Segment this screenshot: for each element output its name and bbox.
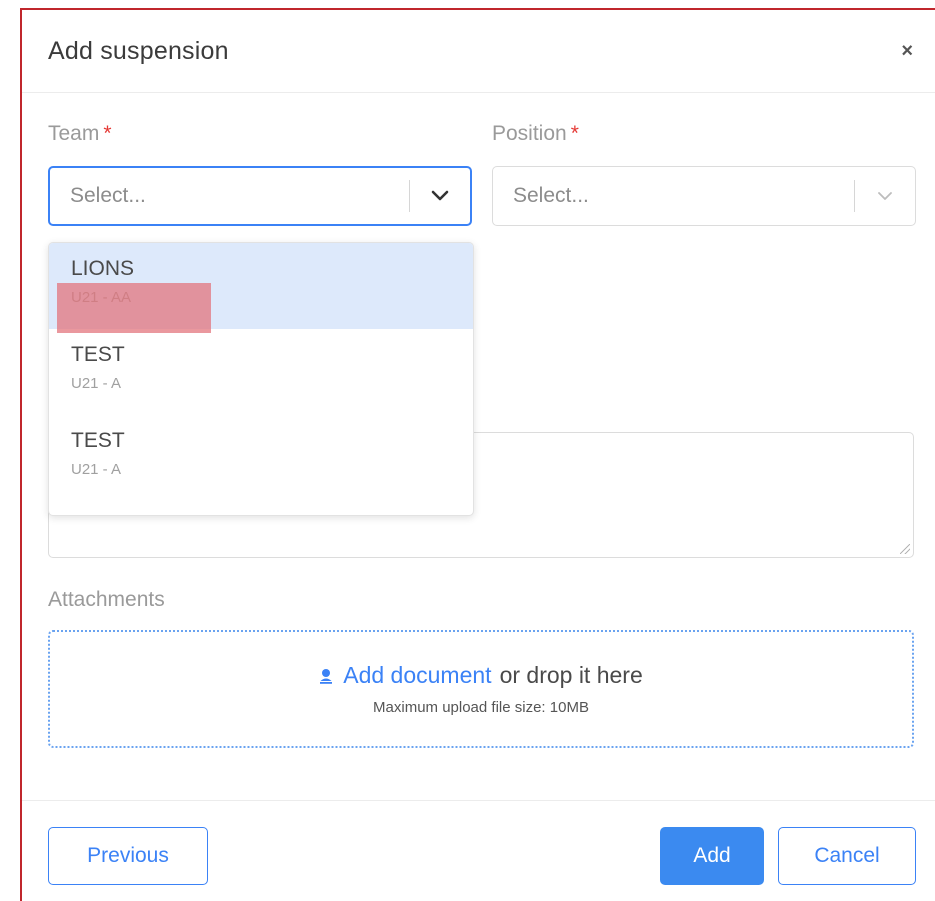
position-required-mark: * bbox=[570, 122, 579, 145]
modal-title: Add suspension bbox=[48, 36, 229, 65]
team-label: Team * bbox=[48, 122, 112, 146]
attachments-label: Attachments bbox=[48, 588, 165, 611]
cancel-button[interactable]: Cancel bbox=[778, 827, 916, 885]
team-option[interactable]: TEST U21 - A bbox=[49, 329, 473, 415]
add-button[interactable]: Add bbox=[660, 827, 764, 885]
chevron-down-icon[interactable] bbox=[855, 191, 915, 201]
previous-button[interactable]: Previous bbox=[48, 827, 208, 885]
position-select-placeholder: Select... bbox=[513, 184, 589, 207]
team-required-mark: * bbox=[103, 122, 112, 145]
team-option-name: TEST bbox=[71, 429, 125, 452]
position-label-text: Position bbox=[492, 122, 567, 145]
resize-handle-icon[interactable] bbox=[900, 544, 910, 554]
team-select[interactable]: Select... bbox=[48, 166, 472, 226]
footer-divider bbox=[22, 800, 935, 801]
attachments-dropzone[interactable]: Add document or drop it here Maximum upl… bbox=[48, 630, 914, 748]
position-select[interactable]: Select... bbox=[492, 166, 916, 226]
redaction-overlay bbox=[57, 283, 211, 333]
team-select-placeholder: Select... bbox=[70, 184, 146, 207]
team-option-sub: U21 - A bbox=[71, 461, 122, 478]
team-option[interactable]: TEST U21 - A bbox=[49, 415, 473, 501]
dropzone-prompt: Add document or drop it here bbox=[319, 662, 643, 689]
team-dropdown-menu: LIONS U21 - AA TEST U21 - A TEST U21 - A bbox=[48, 242, 474, 516]
add-document-link[interactable]: Add document bbox=[343, 662, 491, 689]
team-option-name: LIONS bbox=[71, 257, 135, 280]
upload-icon[interactable] bbox=[319, 668, 333, 684]
team-option-sub: U21 - A bbox=[71, 375, 122, 392]
dropzone-rest-text: or drop it here bbox=[499, 662, 643, 688]
position-label: Position * bbox=[492, 122, 579, 146]
chevron-down-icon[interactable] bbox=[410, 190, 470, 202]
upload-size-note: Maximum upload file size: 10MB bbox=[373, 699, 589, 716]
team-label-text: Team bbox=[48, 122, 100, 145]
team-option[interactable]: LIONS U21 - AA bbox=[49, 243, 473, 333]
close-icon[interactable]: × bbox=[901, 40, 913, 63]
add-suspension-modal: Add suspension × Team * Select... Positio… bbox=[20, 8, 935, 901]
modal-header: Add suspension × bbox=[22, 10, 935, 93]
team-option-name: TEST bbox=[71, 343, 125, 366]
